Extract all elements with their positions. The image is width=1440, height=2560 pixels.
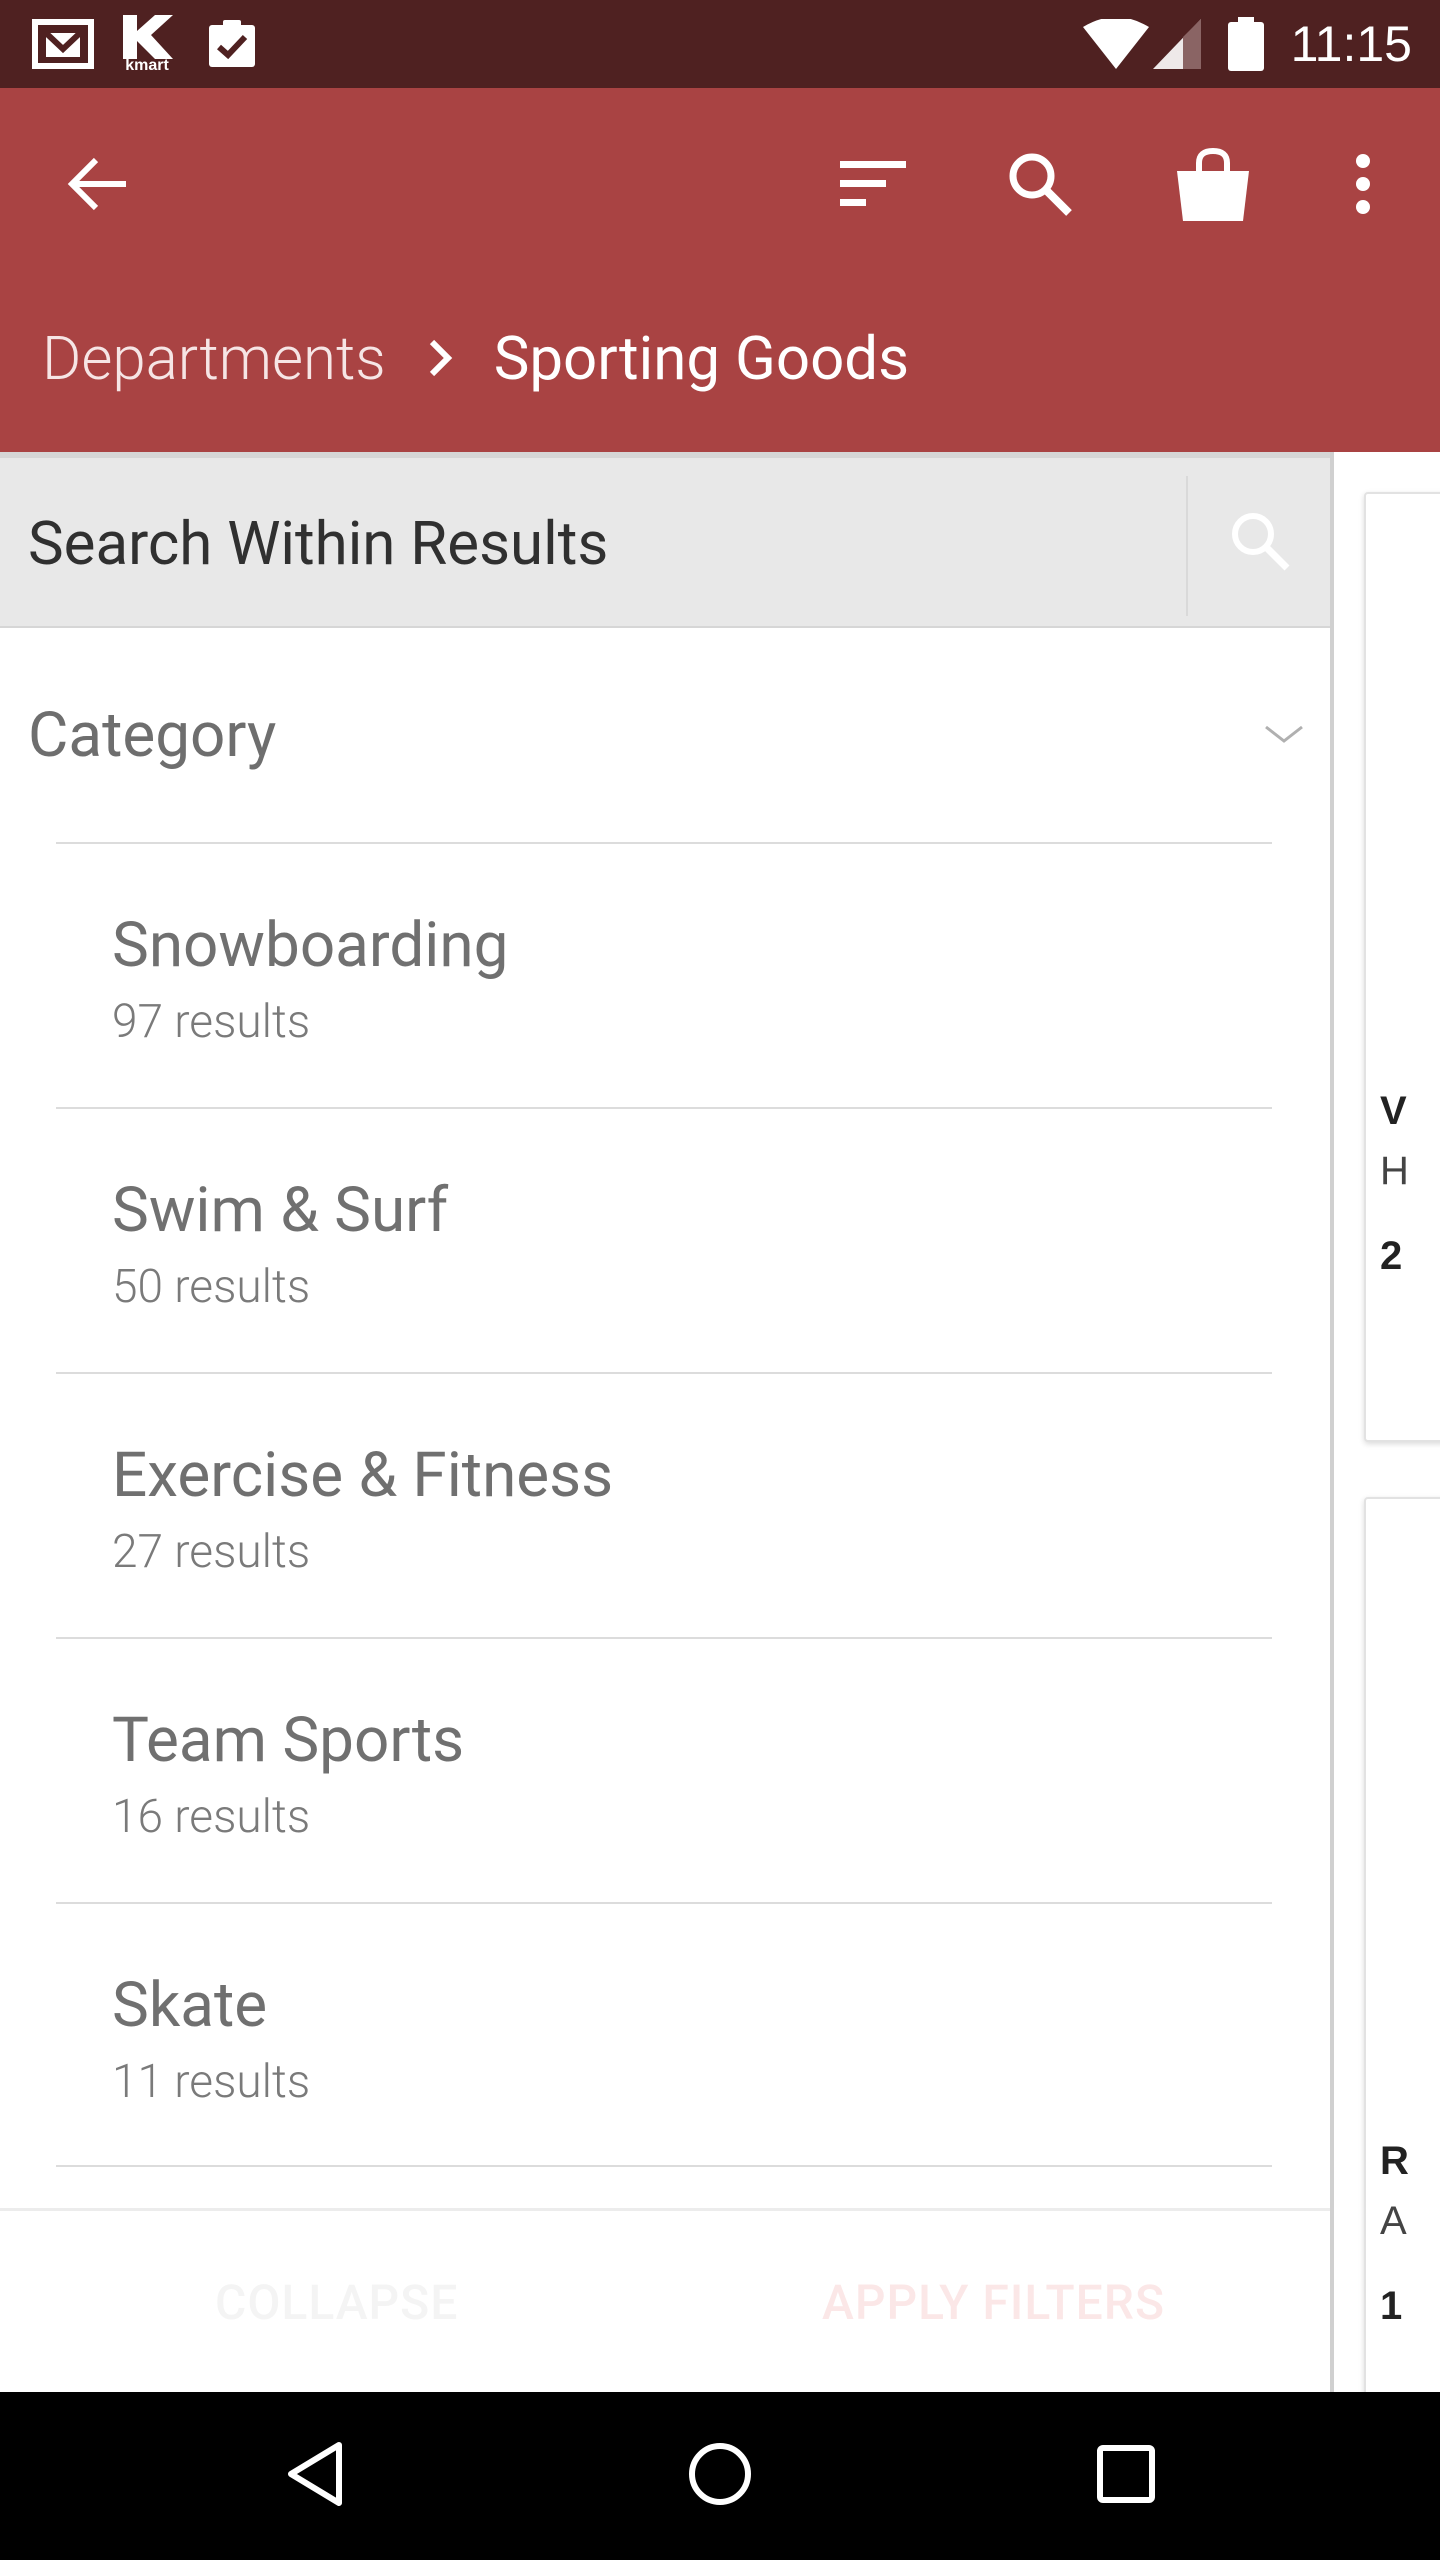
battery-icon — [1224, 14, 1268, 74]
nav-home-button[interactable] — [636, 2392, 804, 2560]
sort-icon — [840, 159, 906, 213]
home-circle-icon — [688, 2442, 752, 2510]
signal-icon — [1150, 14, 1204, 74]
search-icon — [1007, 151, 1073, 221]
breadcrumb-departments[interactable]: Departments — [42, 323, 386, 394]
more-vert-icon — [1353, 153, 1373, 219]
wifi-icon — [1080, 14, 1152, 74]
category-item[interactable]: Exercise & Fitness 27 results — [56, 1372, 1272, 1637]
category-item[interactable]: Skate 11 results — [56, 1902, 1272, 2167]
category-item-count: 50 results — [112, 1260, 311, 1314]
result-card-subtitle: A — [1380, 2199, 1407, 2243]
results-list: V H 2 R A 1 — [1334, 452, 1440, 2392]
shopping-bag-icon — [1177, 147, 1249, 225]
back-triangle-icon — [285, 2441, 345, 2511]
navigation-bar — [0, 2392, 1440, 2560]
kmart-icon: kmart — [114, 14, 180, 74]
filter-panel: Category Snowboarding 97 results Swim & … — [0, 452, 1330, 2392]
result-card-title: R — [1380, 2139, 1409, 2183]
recents-square-icon — [1097, 2445, 1155, 2507]
category-item[interactable]: Snowboarding 97 results — [56, 842, 1272, 1107]
search-button[interactable] — [985, 131, 1095, 241]
category-item-label: Snowboarding — [112, 909, 509, 982]
result-card[interactable]: V H 2 — [1364, 492, 1440, 1442]
category-item-label: Team Sports — [112, 1704, 465, 1777]
clipboard-check-icon — [202, 14, 262, 74]
category-item-label: Exercise & Fitness — [112, 1439, 614, 1512]
gmail-icon — [28, 14, 98, 74]
kmart-label: kmart — [125, 57, 169, 74]
category-header[interactable]: Category — [0, 628, 1330, 844]
category-item-label: Skate — [112, 1969, 268, 2042]
search-within-results-input[interactable] — [28, 458, 1178, 628]
search-divider — [1186, 476, 1188, 616]
category-item-count: 11 results — [112, 2055, 311, 2109]
status-time: 11:15 — [1290, 16, 1412, 72]
category-item-count: 97 results — [112, 995, 311, 1049]
search-within-results — [0, 452, 1330, 628]
breadcrumb-current: Sporting Goods — [493, 322, 910, 394]
search-within-results-button[interactable] — [1190, 458, 1330, 628]
category-item-count: 16 results — [112, 1790, 311, 1844]
category-item[interactable]: Swim & Surf 50 results — [56, 1107, 1272, 1372]
category-item-count: 27 results — [112, 1525, 311, 1579]
nav-back-button[interactable] — [231, 2392, 399, 2560]
category-item-label: Swim & Surf — [112, 1174, 449, 1247]
app-bar: Departments Sporting Goods — [0, 88, 1440, 452]
cart-button[interactable] — [1158, 131, 1268, 241]
result-card-price: 2 — [1380, 1234, 1403, 1278]
status-bar: kmart 11:15 — [0, 0, 1440, 88]
sort-button[interactable] — [818, 131, 928, 241]
result-card-subtitle: H — [1380, 1149, 1409, 1193]
search-icon — [1229, 510, 1291, 576]
category-item[interactable]: Team Sports 16 results — [56, 1637, 1272, 1902]
filter-panel-footer: COLLAPSE APPLY FILTERS — [0, 2208, 1330, 2392]
result-card-title: V — [1380, 1089, 1407, 1133]
chevron-down-icon — [1262, 712, 1306, 756]
apply-filters-button[interactable]: APPLY FILTERS — [822, 2211, 1165, 2395]
more-options-button[interactable] — [1308, 131, 1418, 241]
nav-recents-button[interactable] — [1042, 2392, 1210, 2560]
back-button[interactable] — [42, 131, 152, 241]
chevron-right-icon — [428, 338, 454, 378]
collapse-button[interactable]: COLLAPSE — [215, 2211, 458, 2395]
category-list: Snowboarding 97 results Swim & Surf 50 r… — [56, 842, 1272, 2167]
arrow-back-icon — [66, 156, 128, 216]
result-card[interactable]: R A 1 — [1364, 1497, 1440, 2392]
category-title: Category — [28, 699, 277, 772]
result-card-price: 1 — [1380, 2284, 1403, 2328]
breadcrumb: Departments Sporting Goods — [42, 318, 909, 398]
